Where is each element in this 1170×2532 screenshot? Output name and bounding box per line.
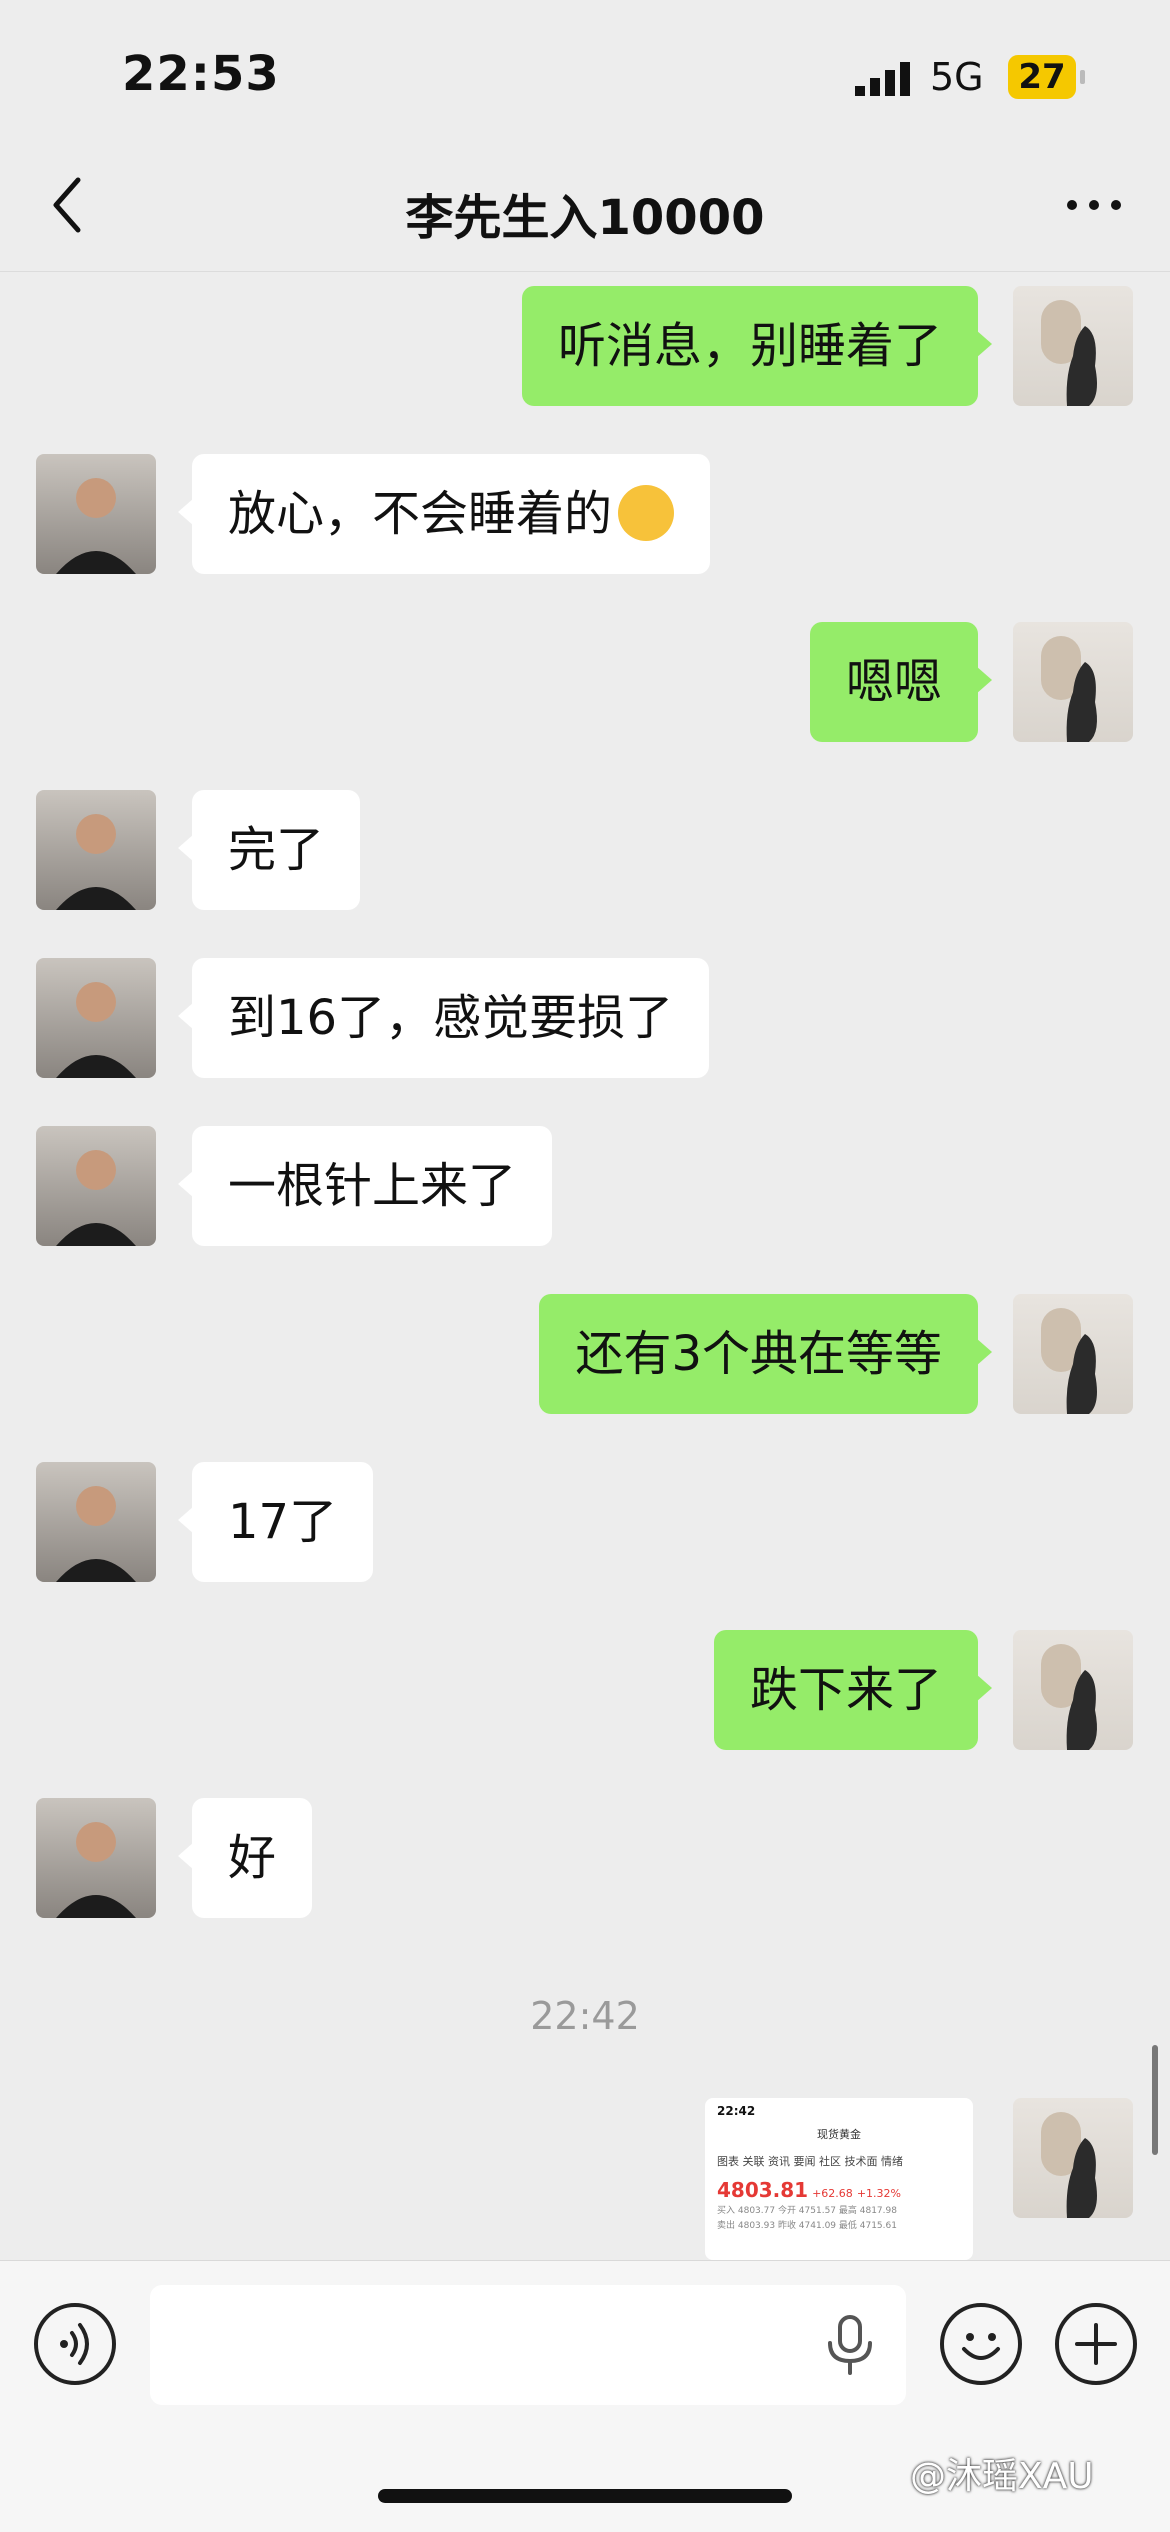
- microphone-icon[interactable]: [820, 2315, 880, 2377]
- status-time: 22:53: [122, 46, 280, 102]
- contact-avatar[interactable]: [36, 454, 156, 574]
- watermark: @沐瑶XAU: [910, 2456, 1094, 2497]
- message-bubble[interactable]: 17了: [177, 1462, 374, 1582]
- shared-image-change: +62.68: [812, 2187, 853, 2200]
- message-bubble[interactable]: 跌下来了: [713, 1630, 993, 1750]
- message-bubble[interactable]: 放心，不会睡着的: [177, 454, 711, 574]
- message-row: 还有3个典在等等: [0, 1294, 1170, 1418]
- message-row: 一根针上来了: [0, 1126, 1170, 1250]
- my-avatar[interactable]: [1013, 1294, 1133, 1414]
- shared-image-row: 买入 4803.77 今开 4751.57 最高 4817.98: [717, 2206, 897, 2216]
- shared-image-message[interactable]: 22:42 现货黄金 图表 关联 资讯 要闻 社区 技术面 情绪 4803.81…: [705, 2098, 973, 2260]
- battery-icon: 27: [1008, 55, 1076, 99]
- smiley-icon: [962, 2333, 1000, 2360]
- shared-image-tabs: 图表 关联 资讯 要闻 社区 技术面 情绪: [717, 2155, 903, 2168]
- plus-icon: [1075, 2323, 1117, 2365]
- shared-image-title: 现货黄金: [817, 2128, 861, 2141]
- shared-image-price-line: 4803.81 +62.68 +1.32%: [705, 2176, 973, 2204]
- emoji-button[interactable]: [940, 2303, 1022, 2385]
- voice-mode-button[interactable]: [34, 2303, 116, 2385]
- message-list[interactable]: 听消息，别睡着了 放心，不会睡着的 嗯嗯 完了 到16了，感觉要损了 一根针上来…: [0, 272, 1170, 2260]
- my-avatar[interactable]: [1013, 622, 1133, 742]
- voice-wave-icon: [60, 2323, 89, 2365]
- home-indicator[interactable]: [378, 2489, 792, 2503]
- message-bubble[interactable]: 听消息，别睡着了: [521, 286, 993, 406]
- contact-avatar[interactable]: [36, 790, 156, 910]
- message-bubble[interactable]: 完了: [177, 790, 361, 910]
- message-bubble[interactable]: 一根针上来了: [177, 1126, 553, 1246]
- laughing-crying-emoji-icon: [618, 485, 675, 541]
- message-bubble[interactable]: 到16了，感觉要损了: [177, 958, 710, 1078]
- input-bar: @沐瑶XAU: [0, 2260, 1170, 2532]
- message-text: 放心，不会睡着的: [228, 486, 613, 542]
- contact-avatar[interactable]: [36, 958, 156, 1078]
- message-input[interactable]: [150, 2285, 906, 2405]
- shared-image-time: 22:42: [717, 2104, 756, 2118]
- message-bubble[interactable]: 还有3个典在等等: [539, 1294, 992, 1414]
- status-bar: 22:53 5G 27: [0, 0, 1170, 150]
- my-avatar[interactable]: [1013, 286, 1133, 406]
- message-bubble[interactable]: 嗯嗯: [809, 622, 993, 742]
- message-row: 嗯嗯: [0, 622, 1170, 746]
- contact-avatar[interactable]: [36, 1126, 156, 1246]
- shared-image-row: 卖出 4803.93 昨收 4741.09 最低 4715.61: [717, 2220, 897, 2231]
- message-row: 放心，不会睡着的: [0, 454, 1170, 578]
- message-row: 完了: [0, 790, 1170, 914]
- message-bubble[interactable]: 好: [177, 1798, 313, 1918]
- scrollbar[interactable]: [1152, 2045, 1158, 2155]
- chat-header: 李先生入10000: [0, 150, 1170, 272]
- my-avatar[interactable]: [1013, 1630, 1133, 1750]
- more-dots-icon[interactable]: [1062, 190, 1126, 220]
- shared-image-change-pct: +1.32%: [856, 2187, 901, 2200]
- network-label: 5G: [930, 55, 984, 99]
- message-row: 17了: [0, 1462, 1170, 1586]
- battery-tip: [1080, 70, 1085, 84]
- message-row: 听消息，别睡着了: [0, 286, 1170, 410]
- more-actions-button[interactable]: [1055, 2303, 1137, 2385]
- message-row: 到16了，感觉要损了: [0, 958, 1170, 1082]
- message-row: 跌下来了: [0, 1630, 1170, 1754]
- contact-avatar[interactable]: [36, 1798, 156, 1918]
- signal-icon: [855, 62, 910, 96]
- chat-title: 李先生入10000: [405, 190, 765, 246]
- message-timestamp: 22:42: [530, 1994, 640, 2038]
- message-row: 好: [0, 1798, 1170, 1922]
- contact-avatar[interactable]: [36, 1462, 156, 1582]
- my-avatar[interactable]: [1013, 2098, 1133, 2218]
- shared-image-price: 4803.81: [717, 2178, 809, 2202]
